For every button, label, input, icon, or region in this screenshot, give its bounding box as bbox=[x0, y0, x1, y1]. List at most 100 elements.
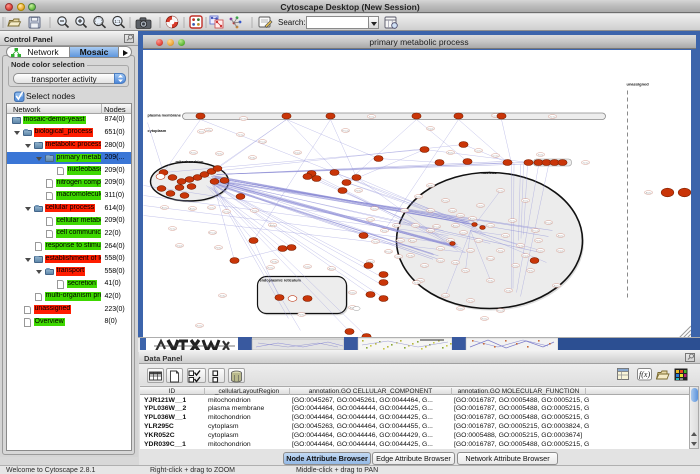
svg-text:Atp1p: Atp1p bbox=[452, 224, 458, 227]
svg-text:1:1: 1:1 bbox=[114, 19, 121, 24]
svg-text:Pdr5p: Pdr5p bbox=[298, 313, 305, 316]
svg-text:Hxt1p: Hxt1p bbox=[190, 151, 196, 154]
svg-text:Qcr2p: Qcr2p bbox=[367, 218, 374, 221]
svg-text:Cox1p: Cox1p bbox=[371, 208, 378, 210]
svg-text:Sik1p: Sik1p bbox=[497, 250, 503, 252]
svg-text:Ste6p: Ste6p bbox=[249, 156, 255, 159]
svg-text:Hxt1p: Hxt1p bbox=[481, 317, 487, 320]
svg-text:Sik1p: Sik1p bbox=[381, 230, 387, 232]
svg-text:Qcr2p: Qcr2p bbox=[487, 224, 494, 227]
svg-text:Yor1p: Yor1p bbox=[509, 219, 515, 222]
svg-text:Hxt1p: Hxt1p bbox=[267, 266, 273, 269]
svg-text:Atp2p: Atp2p bbox=[409, 239, 415, 242]
svg-text:Snq2p: Snq2p bbox=[442, 295, 449, 297]
svg-text:Ste6p: Ste6p bbox=[487, 279, 493, 282]
svg-text:Hxt1p: Hxt1p bbox=[442, 199, 448, 202]
svg-text:Sik1p: Sik1p bbox=[198, 131, 204, 133]
svg-text:Atp2p: Atp2p bbox=[645, 191, 652, 194]
svg-text:Yor1p: Yor1p bbox=[549, 115, 555, 118]
svg-text:Snq2p: Snq2p bbox=[176, 245, 183, 247]
svg-text:Pma1p: Pma1p bbox=[545, 222, 553, 224]
svg-text:f(x): f(x) bbox=[639, 370, 650, 379]
svg-text:Atp1p: Atp1p bbox=[553, 284, 560, 287]
svg-text:Yor1p: Yor1p bbox=[237, 133, 243, 136]
svg-text:Snq2p: Snq2p bbox=[427, 128, 434, 130]
svg-text:Gal2p: Gal2p bbox=[349, 292, 356, 294]
svg-text:Hxt1p: Hxt1p bbox=[415, 195, 421, 198]
svg-text:Pma1p: Pma1p bbox=[532, 230, 540, 232]
svg-text:Gal2p: Gal2p bbox=[401, 210, 408, 212]
svg-text:Yor1p: Yor1p bbox=[517, 244, 523, 247]
svg-text:Gal2p: Gal2p bbox=[304, 266, 311, 268]
svg-text:Hxt1p: Hxt1p bbox=[196, 324, 202, 327]
svg-text:Atp2p: Atp2p bbox=[447, 151, 453, 154]
svg-text:Hxt1p: Hxt1p bbox=[397, 239, 403, 242]
svg-text:Atp1p: Atp1p bbox=[269, 223, 275, 226]
svg-text:Qcr2p: Qcr2p bbox=[223, 210, 230, 213]
svg-text:Cox1p: Cox1p bbox=[460, 232, 467, 234]
svg-text:Pdr5p: Pdr5p bbox=[535, 239, 542, 242]
svg-text:Pma1p: Pma1p bbox=[385, 251, 393, 253]
svg-text:mitochondrion: mitochondrion bbox=[175, 159, 204, 164]
svg-text:Cox1p: Cox1p bbox=[477, 205, 484, 207]
svg-text:Yor1p: Yor1p bbox=[169, 227, 175, 230]
svg-text:Cox1p: Cox1p bbox=[395, 256, 402, 258]
svg-text:Pdr5p: Pdr5p bbox=[527, 269, 534, 272]
svg-text:Pdr5p: Pdr5p bbox=[216, 152, 223, 155]
svg-text:Cox1p: Cox1p bbox=[208, 207, 215, 209]
svg-text:Pma1p: Pma1p bbox=[209, 232, 217, 234]
svg-text:Pma1p: Pma1p bbox=[342, 130, 350, 132]
svg-text:Qcr2p: Qcr2p bbox=[492, 154, 499, 157]
svg-text:Snq2p: Snq2p bbox=[557, 250, 564, 252]
svg-text:Qcr2p: Qcr2p bbox=[421, 264, 428, 267]
svg-text:Snq2p: Snq2p bbox=[294, 152, 301, 154]
svg-text:Sik1p: Sik1p bbox=[251, 210, 257, 212]
svg-text:Gal2p: Gal2p bbox=[537, 250, 544, 252]
svg-text:Ste6p: Ste6p bbox=[505, 289, 511, 292]
svg-text:Snq2p: Snq2p bbox=[449, 210, 456, 212]
svg-text:Atp1p: Atp1p bbox=[427, 229, 433, 232]
svg-text:Ste6p: Ste6p bbox=[407, 254, 413, 257]
svg-text:Cox1p: Cox1p bbox=[475, 150, 482, 152]
svg-text:Yor1p: Yor1p bbox=[582, 161, 588, 164]
svg-text:Yor1p: Yor1p bbox=[413, 281, 419, 284]
svg-text:plasma membrane: plasma membrane bbox=[147, 113, 180, 117]
svg-text:Sik1p: Sik1p bbox=[368, 116, 374, 118]
svg-text:Sik1p: Sik1p bbox=[522, 200, 528, 202]
svg-text:Pma1p: Pma1p bbox=[487, 258, 495, 260]
svg-text:Cox1p: Cox1p bbox=[467, 250, 474, 252]
svg-text:Sik1p: Sik1p bbox=[537, 154, 543, 156]
svg-text:Gal2p: Gal2p bbox=[412, 225, 419, 227]
svg-text:nucleus: nucleus bbox=[481, 170, 497, 175]
svg-text:Snq2p: Snq2p bbox=[437, 260, 444, 262]
svg-text:Sik1p: Sik1p bbox=[502, 235, 508, 237]
svg-text:Atp1p: Atp1p bbox=[328, 267, 334, 270]
svg-text:Hxt1p: Hxt1p bbox=[512, 264, 518, 267]
svg-text:Ste6p: Ste6p bbox=[271, 260, 277, 263]
svg-text:Pdr5p: Pdr5p bbox=[462, 269, 469, 272]
svg-text:Qcr2p: Qcr2p bbox=[240, 117, 247, 120]
svg-text:unassigned: unassigned bbox=[626, 81, 649, 86]
svg-text:Pdr5p: Pdr5p bbox=[355, 189, 362, 192]
svg-text:Pma1p: Pma1p bbox=[497, 310, 505, 312]
svg-text:Ste6p: Ste6p bbox=[219, 294, 225, 297]
svg-text:Ste6p: Ste6p bbox=[427, 184, 433, 187]
svg-text:Atp2p: Atp2p bbox=[469, 217, 475, 220]
svg-text:Atp1p: Atp1p bbox=[557, 234, 564, 237]
svg-text:Yor1p: Yor1p bbox=[467, 299, 473, 302]
svg-text:Gal2p: Gal2p bbox=[205, 129, 212, 131]
svg-text:Pma1p: Pma1p bbox=[433, 226, 441, 228]
svg-text:Atp1p: Atp1p bbox=[161, 206, 167, 209]
svg-text:Gal2p: Gal2p bbox=[457, 308, 464, 310]
svg-text:Qcr2p: Qcr2p bbox=[497, 189, 504, 192]
svg-text:Ste6p: Ste6p bbox=[452, 261, 458, 264]
svg-text:Pma1p: Pma1p bbox=[259, 141, 267, 143]
svg-text:Gal2p: Gal2p bbox=[457, 215, 464, 217]
svg-text:Atp2p: Atp2p bbox=[189, 207, 195, 210]
svg-text:Qcr2p: Qcr2p bbox=[475, 239, 482, 242]
svg-text:Snq2p: Snq2p bbox=[522, 255, 529, 257]
svg-text:Yor1p: Yor1p bbox=[372, 240, 378, 243]
svg-text:Sik1p: Sik1p bbox=[437, 248, 443, 250]
svg-text:Pdr5p: Pdr5p bbox=[215, 246, 222, 249]
svg-text:Atp2p: Atp2p bbox=[427, 209, 433, 212]
